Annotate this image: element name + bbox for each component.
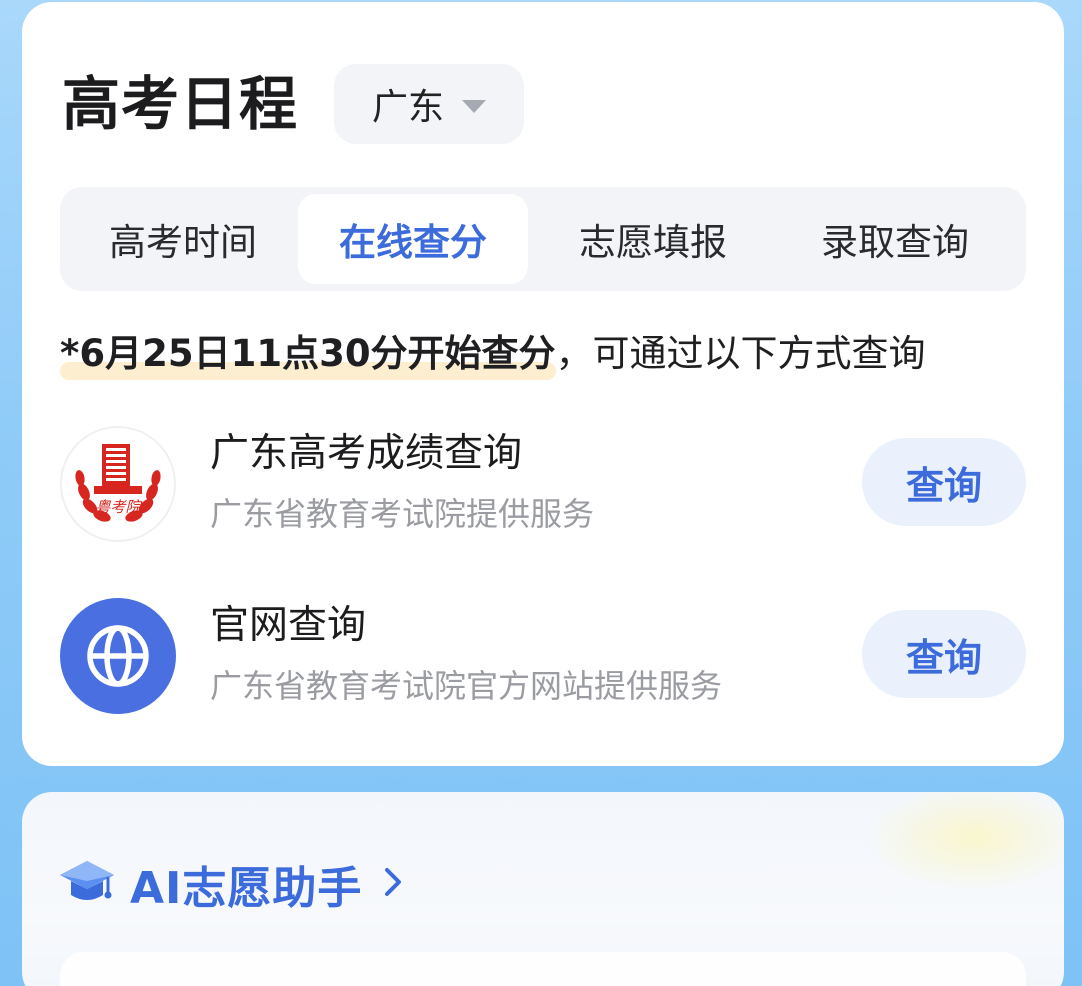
notice-highlight: *6月25日11点30分开始查分 (60, 324, 556, 384)
ai-assistant-content (60, 952, 1026, 986)
ai-assistant-title: AI志愿助手 (130, 863, 363, 914)
decorative-glow (864, 792, 1064, 892)
ai-assistant-card: AI志愿助手 (22, 792, 1064, 986)
graduation-cap-icon (58, 857, 116, 911)
chevron-right-icon (382, 864, 404, 904)
service-name: 官网查询 (210, 603, 367, 648)
exam-authority-seal-icon: 粤考院 (60, 426, 176, 542)
globe-icon (60, 598, 176, 714)
query-button[interactable]: 查询 (862, 438, 1026, 526)
notice-rest: ，可通过以下方式查询 (555, 332, 926, 375)
service-description: 广东省教育考试院官方网站提供服务 (210, 667, 723, 705)
service-description: 广东省教育考试院提供服务 (210, 495, 595, 533)
exam-schedule-card: 高考日程 广东 高考时间 在线查分 志愿填报 录取查询 *6月25日11点30分… (22, 2, 1064, 766)
tab-exam-time[interactable]: 高考时间 (68, 194, 298, 284)
caret-down-icon (462, 99, 487, 113)
service-item-official-site: 官网查询 广东省教育考试院官方网站提供服务 查询 (60, 594, 1026, 714)
service-item-score-query: 粤考院 广东高考成绩查询 广东省教育考试院提供服务 查询 (60, 422, 1026, 542)
query-button[interactable]: 查询 (862, 610, 1026, 698)
page-title: 高考日程 (62, 70, 299, 138)
tab-application[interactable]: 志愿填报 (538, 194, 768, 284)
tab-online-score[interactable]: 在线查分 (298, 194, 528, 284)
schedule-tabs: 高考时间 在线查分 志愿填报 录取查询 (60, 187, 1026, 291)
ai-assistant-link[interactable]: AI志愿助手 (58, 852, 404, 916)
seal-text: 粤考院 (95, 498, 142, 516)
service-name: 广东高考成绩查询 (210, 431, 523, 476)
province-select[interactable]: 广东 (334, 64, 525, 144)
province-label: 广东 (372, 87, 445, 128)
tab-admission-query[interactable]: 录取查询 (780, 194, 1010, 284)
score-notice: *6月25日11点30分开始查分，可通过以下方式查询 (60, 324, 1082, 384)
title-row: 高考日程 广东 (62, 64, 525, 144)
